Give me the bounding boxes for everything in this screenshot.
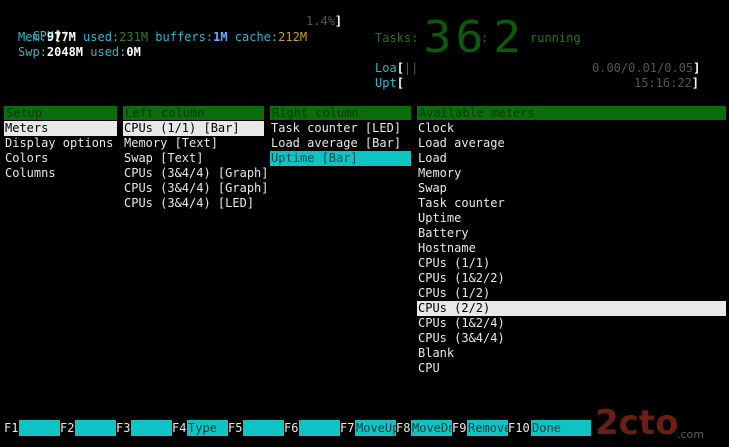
mem-used: 231M [119,30,149,44]
available-meter-item[interactable]: CPUs (1/1) [417,256,726,271]
available-meter-item[interactable]: Blank [417,346,726,361]
fkey-f3[interactable]: F3 [116,420,130,436]
available-meter-item[interactable]: CPUs (3&4/4) [417,331,726,346]
available-meter-item[interactable]: CPU [417,361,726,376]
mem-label: Mem: [18,30,47,44]
available-meter-item[interactable]: Swap [417,181,726,196]
left-column-item[interactable]: CPUs (3&4/4) [LED] [123,196,264,211]
tasks-count: 36 [423,12,488,63]
available-meter-item[interactable]: Battery [417,226,726,241]
left-column-item[interactable]: CPUs (1/1) [Bar] [123,121,264,136]
site-logo: 2cto .com [595,403,704,442]
fkey-f1[interactable]: F1 [4,420,18,436]
left-column-item[interactable]: CPUs (3&4/4) [Graph] [123,181,269,196]
right-column-item[interactable]: Task counter [LED] [270,121,411,136]
available-meter-item[interactable]: Uptime [417,211,726,226]
mem-meter: Mem:977M used:231M buffers:1M cache:212M [18,30,308,44]
setup-item-meters[interactable]: Meters [4,121,117,136]
uptime-value: 15:16:22] [634,76,700,90]
fkey-f7-action[interactable]: MoveUp [355,420,399,436]
fkey-f10[interactable]: F10 [508,420,530,436]
fkey-f3-action[interactable] [131,420,172,436]
swp-label: Swp: [18,45,47,59]
available-meter-item[interactable]: Task counter [417,196,726,211]
left-column-header: Left column [123,106,264,120]
cpu-value: 1.4%] [306,14,343,28]
fkey-f5[interactable]: F5 [228,420,242,436]
fkey-f9-action[interactable]: Remove [467,420,511,436]
fkey-f10-action[interactable]: Done [531,420,591,436]
left-column-item[interactable]: Swap [Text] [123,151,264,166]
setup-item-columns[interactable]: Columns [4,166,117,181]
right-column-header: Right column [270,106,411,120]
setup-item-display-options[interactable]: Display options [4,136,117,151]
left-column-item[interactable]: Memory [Text] [123,136,264,151]
fkey-f1-action[interactable] [19,420,60,436]
tasks-label: Tasks: [375,31,419,45]
fkey-f2[interactable]: F2 [60,420,74,436]
mem-buffers: 1M [213,30,228,44]
right-column-item-selected[interactable]: Uptime [Bar] [270,151,411,166]
fkey-f9[interactable]: F9 [452,420,466,436]
available-meter-item[interactable]: Clock [417,121,726,136]
available-meter-item[interactable]: CPUs (1/2) [417,286,726,301]
available-meters-header: Available meters [417,106,726,120]
swp-meter: Swp:2048M used:0M [18,45,141,59]
uptime-meter: Upt[ [375,76,404,90]
tasks-running: 2 [493,12,526,63]
svg-text:.com: .com [677,428,704,441]
available-meter-item[interactable]: CPUs (1&2/2) [417,271,726,286]
cpu-meter: CPU[| [18,14,68,43]
available-meter-item[interactable]: CPUs (1&2/4) [417,316,726,331]
fkey-f6-action[interactable] [299,420,340,436]
left-column-item[interactable]: CPUs (3&4/4) [Graph] [123,166,269,181]
tasks-sep: : [481,31,489,45]
available-meter-item[interactable]: Load average [417,136,726,151]
fkey-f2-action[interactable] [75,420,116,436]
fkey-f5-action[interactable] [243,420,284,436]
mem-cache: 212M [278,30,308,44]
available-meter-item-selected[interactable]: CPUs (2/2) [417,301,726,316]
fkey-f8[interactable]: F8 [396,420,410,436]
swp-total: 2048M [46,45,84,59]
load-meter: Loa[|| [375,61,419,75]
fkey-f7[interactable]: F7 [340,420,354,436]
svg-text:2cto: 2cto [595,403,678,442]
setup-header: Setup [4,106,117,120]
available-meter-item[interactable]: Memory [417,166,726,181]
fkey-f4-action[interactable]: Type [187,420,228,436]
available-meter-item[interactable]: Hostname [417,241,726,256]
tasks-running-label: running [530,31,581,45]
fkey-f6[interactable]: F6 [284,420,298,436]
fkey-f8-action[interactable]: MoveDn [411,420,455,436]
fkey-f4[interactable]: F4 [172,420,186,436]
load-value: 0.00/0.01/0.05] [592,61,701,75]
mem-total: 977M [46,30,76,44]
setup-item-colors[interactable]: Colors [4,151,117,166]
available-meter-item[interactable]: Load [417,151,726,166]
swp-used: 0M [126,45,141,59]
right-column-item[interactable]: Load average [Bar] [270,136,411,151]
